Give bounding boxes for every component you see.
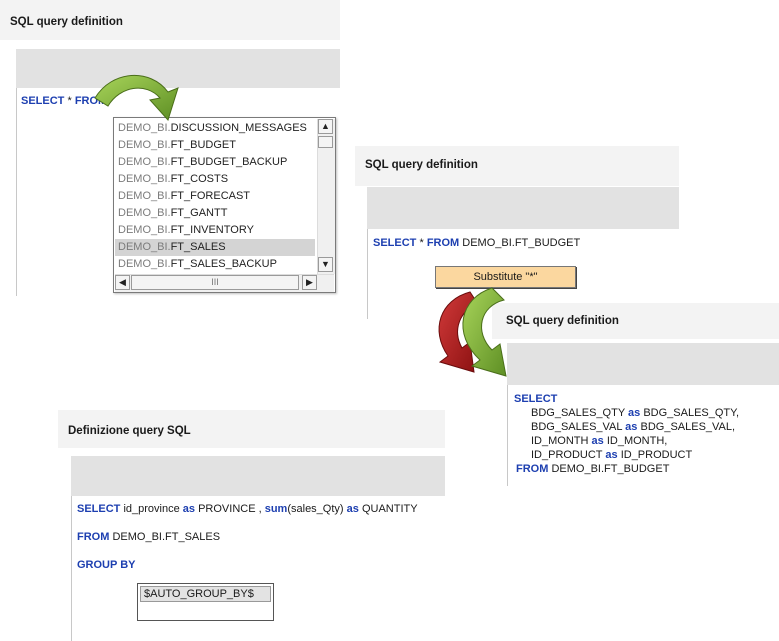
sql-line: SELECT xyxy=(514,393,557,405)
toolbar xyxy=(507,343,779,385)
schema-prefix: DEMO_BI. xyxy=(118,224,171,236)
column-name: BDG_SALES_QTY xyxy=(531,407,625,419)
scroll-thumb-horizontal[interactable]: III xyxy=(131,275,299,290)
select-keyword: SELECT xyxy=(514,393,558,405)
scroll-up-button[interactable]: ▲ xyxy=(318,119,333,134)
from-keyword: FROM xyxy=(77,531,110,543)
sql-line: GROUP BY xyxy=(77,559,135,571)
as-keyword: as xyxy=(605,449,618,461)
schema-prefix: DEMO_BI. xyxy=(118,190,171,202)
panel-title: SQL query definition xyxy=(0,0,340,40)
column-alias: BDG_SALES_VAL, xyxy=(640,421,736,433)
list-item[interactable]: DEMO_BI.FT_COSTS xyxy=(115,171,315,188)
sql-line: FROM DEMO_BI.FT_SALES xyxy=(77,531,220,543)
list-item[interactable]: DEMO_BI.DISCUSSION_MESSAGES xyxy=(115,120,315,137)
list-item[interactable]: DEMO_BI.FT_INVENTORY xyxy=(115,222,315,239)
table-name: FT_SALES xyxy=(170,241,226,253)
sum-keyword: sum xyxy=(264,503,288,515)
select-keyword: SELECT xyxy=(77,503,121,515)
table-name: DEMO_BI.FT_BUDGET xyxy=(548,463,670,475)
from-keyword: FROM xyxy=(516,463,549,475)
table-name: FT_COSTS xyxy=(170,173,229,185)
select-keyword: SELECT xyxy=(21,95,65,107)
sql-line: SELECT * FROM xyxy=(21,95,107,107)
scroll-down-button[interactable]: ▼ xyxy=(318,257,333,272)
select-keyword: SELECT xyxy=(373,237,417,249)
table-name: DEMO_BI.FT_BUDGET xyxy=(459,237,581,249)
list-item[interactable]: DEMO_BI.FT_BUDGET xyxy=(115,137,315,154)
auto-group-by-item[interactable]: $AUTO_GROUP_BY$ xyxy=(140,586,271,602)
panel-title: SQL query definition xyxy=(492,303,779,339)
as-keyword: as xyxy=(346,503,359,515)
list-item[interactable]: DEMO_BI.FT_SALES xyxy=(115,239,315,256)
table-name: DEMO_BI.FT_SALES xyxy=(109,531,221,543)
column-alias: ID_MONTH, xyxy=(606,435,668,447)
toolbar xyxy=(367,187,679,229)
sql-text: id_province xyxy=(120,503,183,515)
sql-line: SELECT * FROM DEMO_BI.FT_BUDGET xyxy=(373,237,580,249)
from-keyword: FROM xyxy=(426,237,460,249)
table-autocomplete-list[interactable]: DEMO_BI.FT_SALES_BACKUP DEMO_BI.FT_SALES D… xyxy=(113,117,336,293)
sql-editor[interactable]: SELECT BDG_SALES_QTY as BDG_SALES_QTY, B… xyxy=(507,385,779,486)
sql-text: (sales_Qty) xyxy=(287,503,347,515)
list-item[interactable]: DEMO_BI.FT_GANTT xyxy=(115,205,315,222)
schema-prefix: DEMO_BI. xyxy=(118,156,171,168)
schema-prefix: DEMO_BI. xyxy=(118,173,171,185)
star-text: * xyxy=(64,95,75,107)
sql-panel-2: SQL query definition SELECT * FROM DEMO_… xyxy=(355,146,680,319)
sql-line: ID_PRODUCT as ID_PRODUCT xyxy=(531,449,692,461)
column-alias: BDG_SALES_QTY, xyxy=(643,407,740,419)
table-name: FT_BUDGET_BACKUP xyxy=(170,156,288,168)
as-keyword: as xyxy=(625,421,638,433)
table-name: DISCUSSION_MESSAGES xyxy=(170,122,307,134)
list-item[interactable]: DEMO_BI.FT_FORECAST xyxy=(115,188,315,205)
list-item[interactable]: DEMO_BI.FT_SALES_BACKUP xyxy=(115,256,315,273)
toolbar xyxy=(71,456,445,496)
sql-panel-3: SQL query definition SELECT BDG_SALES_QT… xyxy=(492,303,779,486)
table-name: FT_FORECAST xyxy=(170,190,251,202)
scroll-right-button[interactable]: ▶ xyxy=(302,275,317,290)
star-text: * xyxy=(416,237,427,249)
sql-line: SELECT id_province as PROVINCE , sum(sal… xyxy=(77,503,418,515)
sql-text: PROVINCE , xyxy=(195,503,265,515)
column-name: ID_PRODUCT xyxy=(531,449,603,461)
sql-line: ID_MONTH as ID_MONTH, xyxy=(531,435,667,447)
column-alias: ID_PRODUCT xyxy=(620,449,693,461)
list-item[interactable]: DEMO_BI.FT_BUDGET_BACKUP xyxy=(115,154,315,171)
table-name: FT_SALES_BACKUP xyxy=(170,258,277,270)
group-by-keyword: GROUP BY xyxy=(77,559,136,571)
scroll-left-button[interactable]: ◀ xyxy=(115,275,130,290)
horizontal-scrollbar[interactable]: ◀ III ▶ xyxy=(115,274,334,292)
as-keyword: as xyxy=(628,407,641,419)
vertical-scrollbar[interactable]: ▲ ▼ xyxy=(317,119,335,274)
as-keyword: as xyxy=(591,435,604,447)
panel-title: Definizione query SQL xyxy=(58,410,445,448)
sql-line: BDG_SALES_VAL as BDG_SALES_VAL, xyxy=(531,421,735,433)
schema-prefix: DEMO_BI. xyxy=(118,207,171,219)
table-name: FT_BUDGET xyxy=(170,139,236,151)
substitute-star-button[interactable]: Substitute "*" xyxy=(435,266,576,288)
sql-text: QUANTITY xyxy=(358,503,418,515)
auto-group-by-list[interactable]: $AUTO_GROUP_BY$ xyxy=(137,583,274,621)
schema-prefix: DEMO_BI. xyxy=(118,122,171,134)
sql-line: FROM DEMO_BI.FT_BUDGET xyxy=(516,463,669,475)
as-keyword: as xyxy=(182,503,196,515)
column-name: ID_MONTH xyxy=(531,435,589,447)
panel-title: SQL query definition xyxy=(355,146,679,186)
from-keyword: FROM xyxy=(74,95,108,107)
table-name: FT_GANTT xyxy=(170,207,228,219)
sql-line: BDG_SALES_QTY as BDG_SALES_QTY, xyxy=(531,407,739,419)
column-name: BDG_SALES_VAL xyxy=(531,421,623,433)
schema-prefix: DEMO_BI. xyxy=(118,139,171,151)
scroll-thumb[interactable] xyxy=(318,136,333,148)
schema-prefix: DEMO_BI. xyxy=(118,241,171,253)
schema-prefix: DEMO_BI. xyxy=(118,258,171,270)
toolbar xyxy=(16,49,340,88)
table-name: FT_INVENTORY xyxy=(170,224,254,236)
